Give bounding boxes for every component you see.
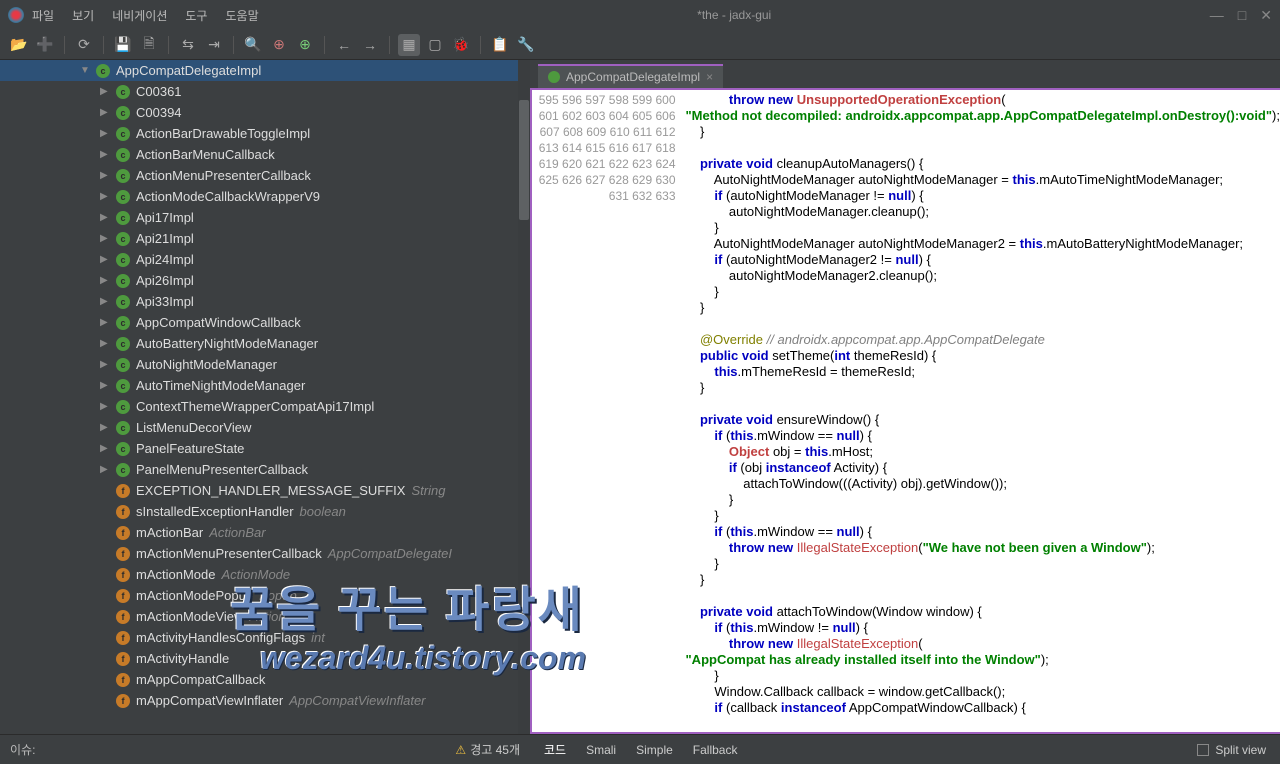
tree-item[interactable]: ▶cListMenuDecorView (0, 417, 530, 438)
tree-item[interactable]: fmActivityHandlesConfigFlagsint (0, 627, 530, 648)
minimize-button[interactable]: — (1210, 7, 1224, 24)
search-icon[interactable]: 🔍 (242, 34, 264, 56)
settings-icon[interactable]: 🔧 (515, 34, 537, 56)
tree-item[interactable]: fmActionModeViewAction (0, 606, 530, 627)
debug-icon[interactable]: 🐞 (450, 34, 472, 56)
tree-item[interactable]: fsInstalledExceptionHandlerboolean (0, 501, 530, 522)
tree-item[interactable]: ▶cContextThemeWrapperCompatApi17Impl (0, 396, 530, 417)
menu-view[interactable]: 보기 (72, 7, 94, 24)
checkbox-icon[interactable] (1197, 744, 1209, 756)
editor-tabs: AppCompatDelegateImpl × (530, 60, 1280, 88)
tree-item[interactable]: ▶cActionBarDrawableToggleImpl (0, 123, 530, 144)
back-icon[interactable]: ← (333, 34, 355, 56)
split-view-toggle[interactable]: Split view (1197, 743, 1266, 757)
tree-item[interactable]: ▶cApi21Impl (0, 228, 530, 249)
layout-icon[interactable]: ▦ (398, 34, 420, 56)
save-icon[interactable]: 💾 (112, 34, 134, 56)
menu-bar: 파일 보기 네비게이션 도구 도움말 (32, 7, 259, 24)
log-icon[interactable]: 📋 (489, 34, 511, 56)
tab-appcompatdelegateimpl[interactable]: AppCompatDelegateImpl × (538, 64, 723, 88)
scrollbar-thumb[interactable] (519, 100, 529, 220)
tree-item[interactable]: ▶cAutoTimeNightModeManager (0, 375, 530, 396)
tree-item[interactable]: ▶cApi17Impl (0, 207, 530, 228)
sync-icon[interactable]: ⇆ (177, 34, 199, 56)
close-button[interactable]: ✕ (1260, 7, 1272, 24)
tree-header[interactable]: ▼cAppCompatDelegateImpl (0, 60, 530, 81)
tree-item[interactable]: ▶cActionMenuPresenterCallback (0, 165, 530, 186)
tree-item[interactable]: ▶cAutoNightModeManager (0, 354, 530, 375)
tree-item[interactable]: fmAppCompatViewInflaterAppCompatViewInfl… (0, 690, 530, 711)
toolbar: 📂 ➕ ⟳ 💾 🗎 ⇆ ⇥ 🔍 ⊕ ⊕ ← → ▦ ▢ 🐞 📋 🔧 (0, 30, 1280, 60)
code-content[interactable]: throw new UnsupportedOperationException(… (686, 90, 1280, 718)
close-tab-icon[interactable]: × (706, 70, 713, 84)
tree-item[interactable]: ▶cC00361 (0, 81, 530, 102)
tree-item[interactable]: ▶cApi33Impl (0, 291, 530, 312)
status-bar: 이슈: ⚠경고 45개 코드 Smali Simple Fallback Spl… (0, 734, 1280, 764)
mode-code[interactable]: 코드 (544, 741, 566, 758)
window-title: *the - jadx-gui (259, 8, 1210, 22)
tree-item[interactable]: fmActionMenuPresenterCallbackAppCompatDe… (0, 543, 530, 564)
code-editor[interactable]: 595 596 597 598 599 600 601 602 603 604 … (530, 88, 1280, 734)
tree-scrollbar[interactable] (518, 60, 530, 734)
menu-navigation[interactable]: 네비게이션 (112, 7, 167, 24)
tree-item[interactable]: ▶cAppCompatWindowCallback (0, 312, 530, 333)
tree-item[interactable]: fEXCEPTION_HANDLER_MESSAGE_SUFFIXString (0, 480, 530, 501)
refresh-icon[interactable]: ⟳ (73, 34, 95, 56)
tree-item[interactable]: fmActionModePopupPopup (0, 585, 530, 606)
tree-item[interactable]: ▶cApi24Impl (0, 249, 530, 270)
tree-panel: ▼cAppCompatDelegateImpl▶cC00361▶cC00394▶… (0, 60, 530, 734)
tree-item[interactable]: fmActionBarActionBar (0, 522, 530, 543)
add-icon[interactable]: ➕ (34, 34, 56, 56)
app-logo-icon (8, 7, 24, 23)
maximize-button[interactable]: □ (1238, 7, 1246, 24)
find-usages-icon[interactable]: ⊕ (268, 34, 290, 56)
tree-item[interactable]: ▶cPanelFeatureState (0, 438, 530, 459)
warning-count[interactable]: ⚠경고 45개 (455, 741, 520, 758)
export-icon[interactable]: ⇥ (203, 34, 225, 56)
class-icon (548, 71, 560, 83)
menu-help[interactable]: 도움말 (225, 7, 258, 24)
tree-item[interactable]: fmAppCompatCallback (0, 669, 530, 690)
open-icon[interactable]: 📂 (8, 34, 30, 56)
tab-label: AppCompatDelegateImpl (566, 70, 700, 84)
tree-item[interactable]: fmActivityHandle (0, 648, 530, 669)
tree-item[interactable]: fmActionModeActionMode (0, 564, 530, 585)
find-class-icon[interactable]: ⊕ (294, 34, 316, 56)
tree-item[interactable]: ▶cApi26Impl (0, 270, 530, 291)
tree-item[interactable]: ▶cPanelMenuPresenterCallback (0, 459, 530, 480)
structure-icon[interactable]: ▢ (424, 34, 446, 56)
line-gutter: 595 596 597 598 599 600 601 602 603 604 … (532, 90, 686, 718)
tree-item[interactable]: ▶cC00394 (0, 102, 530, 123)
issue-label: 이슈: (10, 741, 35, 758)
menu-file[interactable]: 파일 (32, 7, 54, 24)
tree-item[interactable]: ▶cActionBarMenuCallback (0, 144, 530, 165)
titlebar: 파일 보기 네비게이션 도구 도움말 *the - jadx-gui — □ ✕ (0, 0, 1280, 30)
mode-simple[interactable]: Simple (636, 743, 673, 757)
mode-fallback[interactable]: Fallback (693, 743, 738, 757)
saveall-icon[interactable]: 🗎 (138, 34, 160, 56)
forward-icon[interactable]: → (359, 34, 381, 56)
mode-smali[interactable]: Smali (586, 743, 616, 757)
tree-item[interactable]: ▶cActionModeCallbackWrapperV9 (0, 186, 530, 207)
menu-tools[interactable]: 도구 (185, 7, 207, 24)
tree-item[interactable]: ▶cAutoBatteryNightModeManager (0, 333, 530, 354)
